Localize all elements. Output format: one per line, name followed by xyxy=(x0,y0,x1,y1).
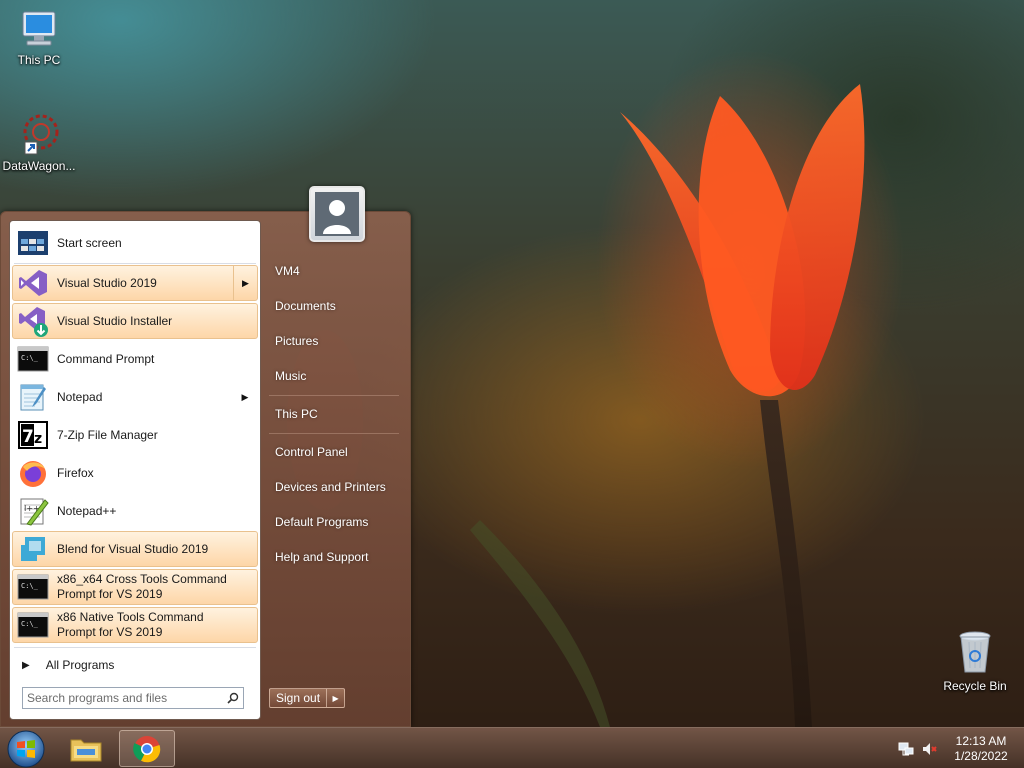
svg-text:z: z xyxy=(34,431,42,447)
sign-out-button[interactable]: Sign out xyxy=(269,688,328,708)
command-prompt-icon: C:\_ xyxy=(17,574,49,600)
program-label: Visual Studio Installer xyxy=(57,313,173,328)
search-input[interactable] xyxy=(23,689,223,707)
recycle-bin-icon xyxy=(959,631,991,673)
program-label: Firefox xyxy=(57,465,94,480)
program-command-prompt[interactable]: C:\_ Command Prompt xyxy=(12,341,258,377)
program-label-line1: x86 Native Tools Command xyxy=(57,610,204,624)
program-blend[interactable]: Blend for Visual Studio 2019 xyxy=(12,531,258,567)
visual-studio-icon xyxy=(19,270,47,296)
chrome-icon xyxy=(133,735,161,762)
program-firefox[interactable]: Firefox xyxy=(12,455,258,491)
separator xyxy=(269,433,399,434)
program-label: Blend for Visual Studio 2019 xyxy=(57,541,209,556)
start-orb-icon[interactable] xyxy=(6,729,46,768)
program-label: Visual Studio 2019 xyxy=(57,275,157,290)
clock-date: 1/28/2022 xyxy=(954,749,1008,763)
program-x86-x64-cross-tools[interactable]: C:\_ x86_x64 Cross Tools Command Prompt … xyxy=(12,569,258,605)
taskbar-file-explorer-button[interactable] xyxy=(58,730,114,767)
start-screen-icon xyxy=(18,231,48,255)
user-icon xyxy=(315,192,359,236)
clock-time: 12:13 AM xyxy=(955,734,1007,748)
notepad-icon xyxy=(20,384,46,411)
start-menu: Start screen Visual Studio 2019 ▶ Visual… xyxy=(0,186,411,727)
seven-zip-icon: 7 z xyxy=(18,421,48,449)
file-explorer-icon xyxy=(70,739,102,761)
separator xyxy=(14,263,256,264)
desktop-icon-label: DataWagon... xyxy=(2,159,76,173)
program-label: Notepad++ xyxy=(57,503,117,518)
right-item-documents[interactable]: Documents xyxy=(269,292,399,320)
user-account-picture[interactable] xyxy=(309,186,365,242)
desktop-icon-label: Recycle Bin xyxy=(943,679,1007,693)
program-label-line2: Prompt for VS 2019 xyxy=(57,625,163,639)
program-notepad-plus-plus[interactable]: I++ Notepad++ xyxy=(12,493,258,529)
right-item-control-panel[interactable]: Control Panel xyxy=(269,438,399,466)
command-prompt-icon: C:\_ xyxy=(17,346,49,372)
program-label: x86 Native Tools Command Prompt for VS 2… xyxy=(57,610,257,640)
search-box xyxy=(22,687,244,709)
desktop-icon-recycle-bin[interactable]: Recycle Bin xyxy=(936,630,1014,693)
program-notepad[interactable]: Notepad ▶ xyxy=(12,379,258,415)
program-label: x86_x64 Cross Tools Command Prompt for V… xyxy=(57,572,257,602)
program-x86-native-tools[interactable]: C:\_ x86 Native Tools Command Prompt for… xyxy=(12,607,258,643)
separator xyxy=(269,395,399,396)
program-label: 7-Zip File Manager xyxy=(57,427,158,442)
desktop-icon-label: This PC xyxy=(17,53,61,67)
volume-muted-icon[interactable] xyxy=(921,740,939,758)
taskbar-chrome-button[interactable] xyxy=(119,730,175,767)
right-item-default-programs[interactable]: Default Programs xyxy=(269,508,399,536)
svg-text:C:\_: C:\_ xyxy=(21,582,39,590)
shutdown-options-arrow-icon[interactable]: ▶ xyxy=(327,688,346,708)
visual-studio-installer-icon xyxy=(19,307,48,337)
programs-list: Start screen Visual Studio 2019 ▶ Visual… xyxy=(9,220,261,720)
right-item-help-support[interactable]: Help and Support xyxy=(269,543,399,571)
search-icon[interactable] xyxy=(223,688,243,708)
computer-icon xyxy=(22,11,56,46)
submenu-arrow-icon[interactable]: ▶ xyxy=(233,266,257,300)
firefox-icon xyxy=(20,461,46,487)
shutdown-group: Sign out ▶ xyxy=(269,688,346,708)
taskbar: 12:13 AM 1/28/2022 xyxy=(0,727,1024,768)
desktop-icon-datawagon[interactable]: DataWagon... xyxy=(0,112,78,173)
datawagon-shortcut-icon xyxy=(23,114,59,155)
program-visual-studio-2019[interactable]: Visual Studio 2019 ▶ xyxy=(12,265,258,301)
right-item-this-pc[interactable]: This PC xyxy=(269,400,399,428)
program-label-line2: Prompt for VS 2019 xyxy=(57,587,163,601)
submenu-arrow-icon[interactable]: ▶ xyxy=(233,380,257,414)
program-label-line1: x86_x64 Cross Tools Command xyxy=(57,572,227,586)
svg-text:C:\_: C:\_ xyxy=(21,620,39,628)
program-7zip[interactable]: 7 z 7-Zip File Manager xyxy=(12,417,258,453)
program-label: Notepad xyxy=(57,389,103,404)
notepad-plus-plus-icon: I++ xyxy=(20,498,49,526)
network-icon[interactable] xyxy=(897,740,915,758)
right-item-music[interactable]: Music xyxy=(269,362,399,390)
expand-arrow-icon: ▶ xyxy=(22,659,30,671)
desktop-icon-this-pc[interactable]: This PC xyxy=(0,8,78,67)
system-clock[interactable]: 12:13 AM 1/28/2022 xyxy=(946,734,1016,764)
separator xyxy=(14,647,256,648)
command-prompt-icon: C:\_ xyxy=(17,612,49,638)
svg-text:C:\_: C:\_ xyxy=(21,354,39,362)
program-label: Command Prompt xyxy=(57,351,155,366)
all-programs-label: All Programs xyxy=(45,658,115,672)
right-item-devices-printers[interactable]: Devices and Printers xyxy=(269,473,399,501)
program-label: Start screen xyxy=(57,235,122,250)
program-visual-studio-installer[interactable]: Visual Studio Installer xyxy=(12,303,258,339)
right-item-user[interactable]: VM4 xyxy=(269,257,399,285)
blend-icon xyxy=(21,537,45,561)
program-start-screen[interactable]: Start screen xyxy=(12,225,258,261)
right-item-pictures[interactable]: Pictures xyxy=(269,327,399,355)
svg-text:7: 7 xyxy=(22,427,34,447)
all-programs-button[interactable]: ▶ All Programs xyxy=(12,651,258,679)
